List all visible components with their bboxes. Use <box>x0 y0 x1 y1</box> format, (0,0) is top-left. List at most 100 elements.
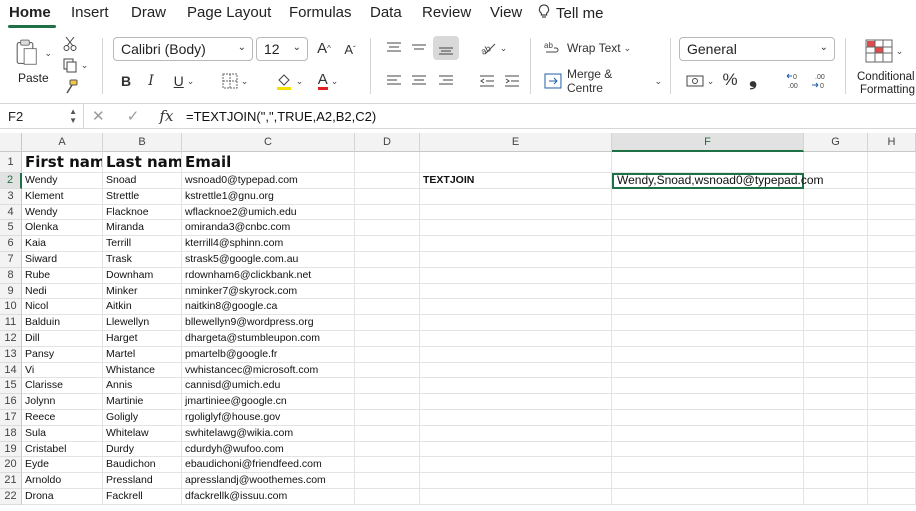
spreadsheet-grid[interactable]: ABCDEFGH1First nameLast nameEmail2WendyS… <box>0 133 916 511</box>
cell-b5[interactable]: Miranda <box>103 220 182 237</box>
cell-c19[interactable]: cdurdyh@wufoo.com <box>182 441 355 458</box>
row-header[interactable]: 7 <box>0 252 22 268</box>
row-header[interactable]: 20 <box>0 457 22 474</box>
cell-a8[interactable]: Rube <box>22 267 103 284</box>
cell-a7[interactable]: Siward <box>22 252 103 268</box>
cell-a18[interactable]: Sula <box>22 425 103 442</box>
cell-a6[interactable]: Kaia <box>22 236 103 252</box>
cell-g17[interactable] <box>804 410 868 426</box>
cell-h12[interactable] <box>868 331 916 347</box>
row-header[interactable]: 13 <box>0 346 22 363</box>
underline-button[interactable]: U ⌄ <box>168 72 200 90</box>
cell-h6[interactable] <box>868 236 916 252</box>
cell-b17[interactable]: Goligly <box>103 410 182 426</box>
name-box-spinner-icon[interactable]: ▲ ▼ <box>69 107 77 125</box>
cell-a12[interactable]: Dill <box>22 331 103 347</box>
cell-h1[interactable] <box>868 152 916 173</box>
cell-d20[interactable] <box>355 457 420 474</box>
cell-b16[interactable]: Martinie <box>103 394 182 410</box>
cell-c4[interactable]: wflacknoe2@umich.edu <box>182 204 355 221</box>
cell-d1[interactable] <box>355 152 420 173</box>
tab-view[interactable]: View <box>490 4 522 21</box>
number-format-dropdown[interactable]: General ⌄ <box>679 37 835 61</box>
cell-f6[interactable] <box>612 236 804 252</box>
select-all-corner[interactable] <box>0 133 22 152</box>
cell-g7[interactable] <box>804 252 868 268</box>
cell-b20[interactable]: Baudichon <box>103 457 182 474</box>
cell-d12[interactable] <box>355 331 420 347</box>
cell-d6[interactable] <box>355 236 420 252</box>
cell-h14[interactable] <box>868 362 916 379</box>
cell-a9[interactable]: Nedi <box>22 283 103 300</box>
italic-button[interactable]: I <box>143 72 159 90</box>
row-header[interactable]: 22 <box>0 489 22 505</box>
cell-h18[interactable] <box>868 425 916 442</box>
tab-page-layout[interactable]: Page Layout <box>187 4 271 21</box>
cell-b12[interactable]: Harget <box>103 331 182 347</box>
fill-color-button[interactable]: ⌄ <box>272 71 306 91</box>
cell-d18[interactable] <box>355 425 420 442</box>
cell-c3[interactable]: kstrettle1@gnu.org <box>182 188 355 205</box>
cell-e10[interactable] <box>420 299 612 316</box>
cell-a11[interactable]: Balduin <box>22 315 103 331</box>
tab-review[interactable]: Review <box>422 4 471 21</box>
cell-f3[interactable] <box>612 188 804 205</box>
copy-button[interactable]: ⌄ <box>60 57 90 73</box>
increase-font-size-button[interactable]: A ^ <box>314 38 334 58</box>
cell-f12[interactable] <box>612 331 804 347</box>
cell-h8[interactable] <box>868 267 916 284</box>
decrease-indent-button[interactable] <box>478 73 496 89</box>
cell-f20[interactable] <box>612 457 804 474</box>
cell-h4[interactable] <box>868 204 916 221</box>
cell-b7[interactable]: Trask <box>103 252 182 268</box>
cell-b15[interactable]: Annis <box>103 378 182 395</box>
cell-c5[interactable]: omiranda3@cnbc.com <box>182 220 355 237</box>
cell-a13[interactable]: Pansy <box>22 346 103 363</box>
align-top-button[interactable] <box>385 40 403 56</box>
tab-formulas[interactable]: Formulas <box>289 4 352 21</box>
comma-button[interactable]: ❟ <box>746 68 760 90</box>
format-painter-icon[interactable] <box>62 78 80 96</box>
cell-a16[interactable]: Jolynn <box>22 394 103 410</box>
align-left-button[interactable] <box>385 73 403 89</box>
cell-g8[interactable] <box>804 267 868 284</box>
align-bottom-button[interactable] <box>433 36 459 60</box>
cell-a3[interactable]: Klement <box>22 188 103 205</box>
row-header[interactable]: 1 <box>0 152 22 173</box>
cell-a2[interactable]: Wendy <box>22 173 103 189</box>
tab-tell-me[interactable]: Tell me <box>538 4 604 22</box>
name-box[interactable]: F2 ▲ ▼ <box>0 104 84 129</box>
accounting-format-button[interactable]: ⌄ <box>683 71 717 91</box>
cell-e16[interactable] <box>420 394 612 410</box>
cell-d21[interactable] <box>355 473 420 489</box>
cell-b1[interactable]: Last name <box>103 152 182 173</box>
cell-e20[interactable] <box>420 457 612 474</box>
row-header[interactable]: 12 <box>0 331 22 347</box>
cell-f21[interactable] <box>612 473 804 489</box>
cell-c11[interactable]: bllewellyn9@wordpress.org <box>182 315 355 331</box>
cell-f19[interactable] <box>612 441 804 458</box>
row-header[interactable]: 8 <box>0 267 22 284</box>
cell-c7[interactable]: strask5@google.com.au <box>182 252 355 268</box>
row-header[interactable]: 5 <box>0 220 22 237</box>
cell-f18[interactable] <box>612 425 804 442</box>
merge-centre-button[interactable]: Merge & Centre ⌄ <box>544 67 662 95</box>
row-header[interactable]: 18 <box>0 425 22 442</box>
cell-b10[interactable]: Aitkin <box>103 299 182 316</box>
cell-a1[interactable]: First name <box>22 152 103 173</box>
cell-h15[interactable] <box>868 378 916 395</box>
cell-b14[interactable]: Whistance <box>103 362 182 379</box>
cell-d4[interactable] <box>355 204 420 221</box>
tab-draw[interactable]: Draw <box>131 4 166 21</box>
cell-a17[interactable]: Reece <box>22 410 103 426</box>
cell-g11[interactable] <box>804 315 868 331</box>
cell-e11[interactable] <box>420 315 612 331</box>
cell-f5[interactable] <box>612 220 804 237</box>
cell-f14[interactable] <box>612 362 804 379</box>
cell-f16[interactable] <box>612 394 804 410</box>
scissors-icon[interactable] <box>62 36 78 52</box>
cell-g22[interactable] <box>804 489 868 505</box>
cell-d9[interactable] <box>355 283 420 300</box>
cell-e18[interactable] <box>420 425 612 442</box>
cell-f1[interactable] <box>612 152 804 173</box>
